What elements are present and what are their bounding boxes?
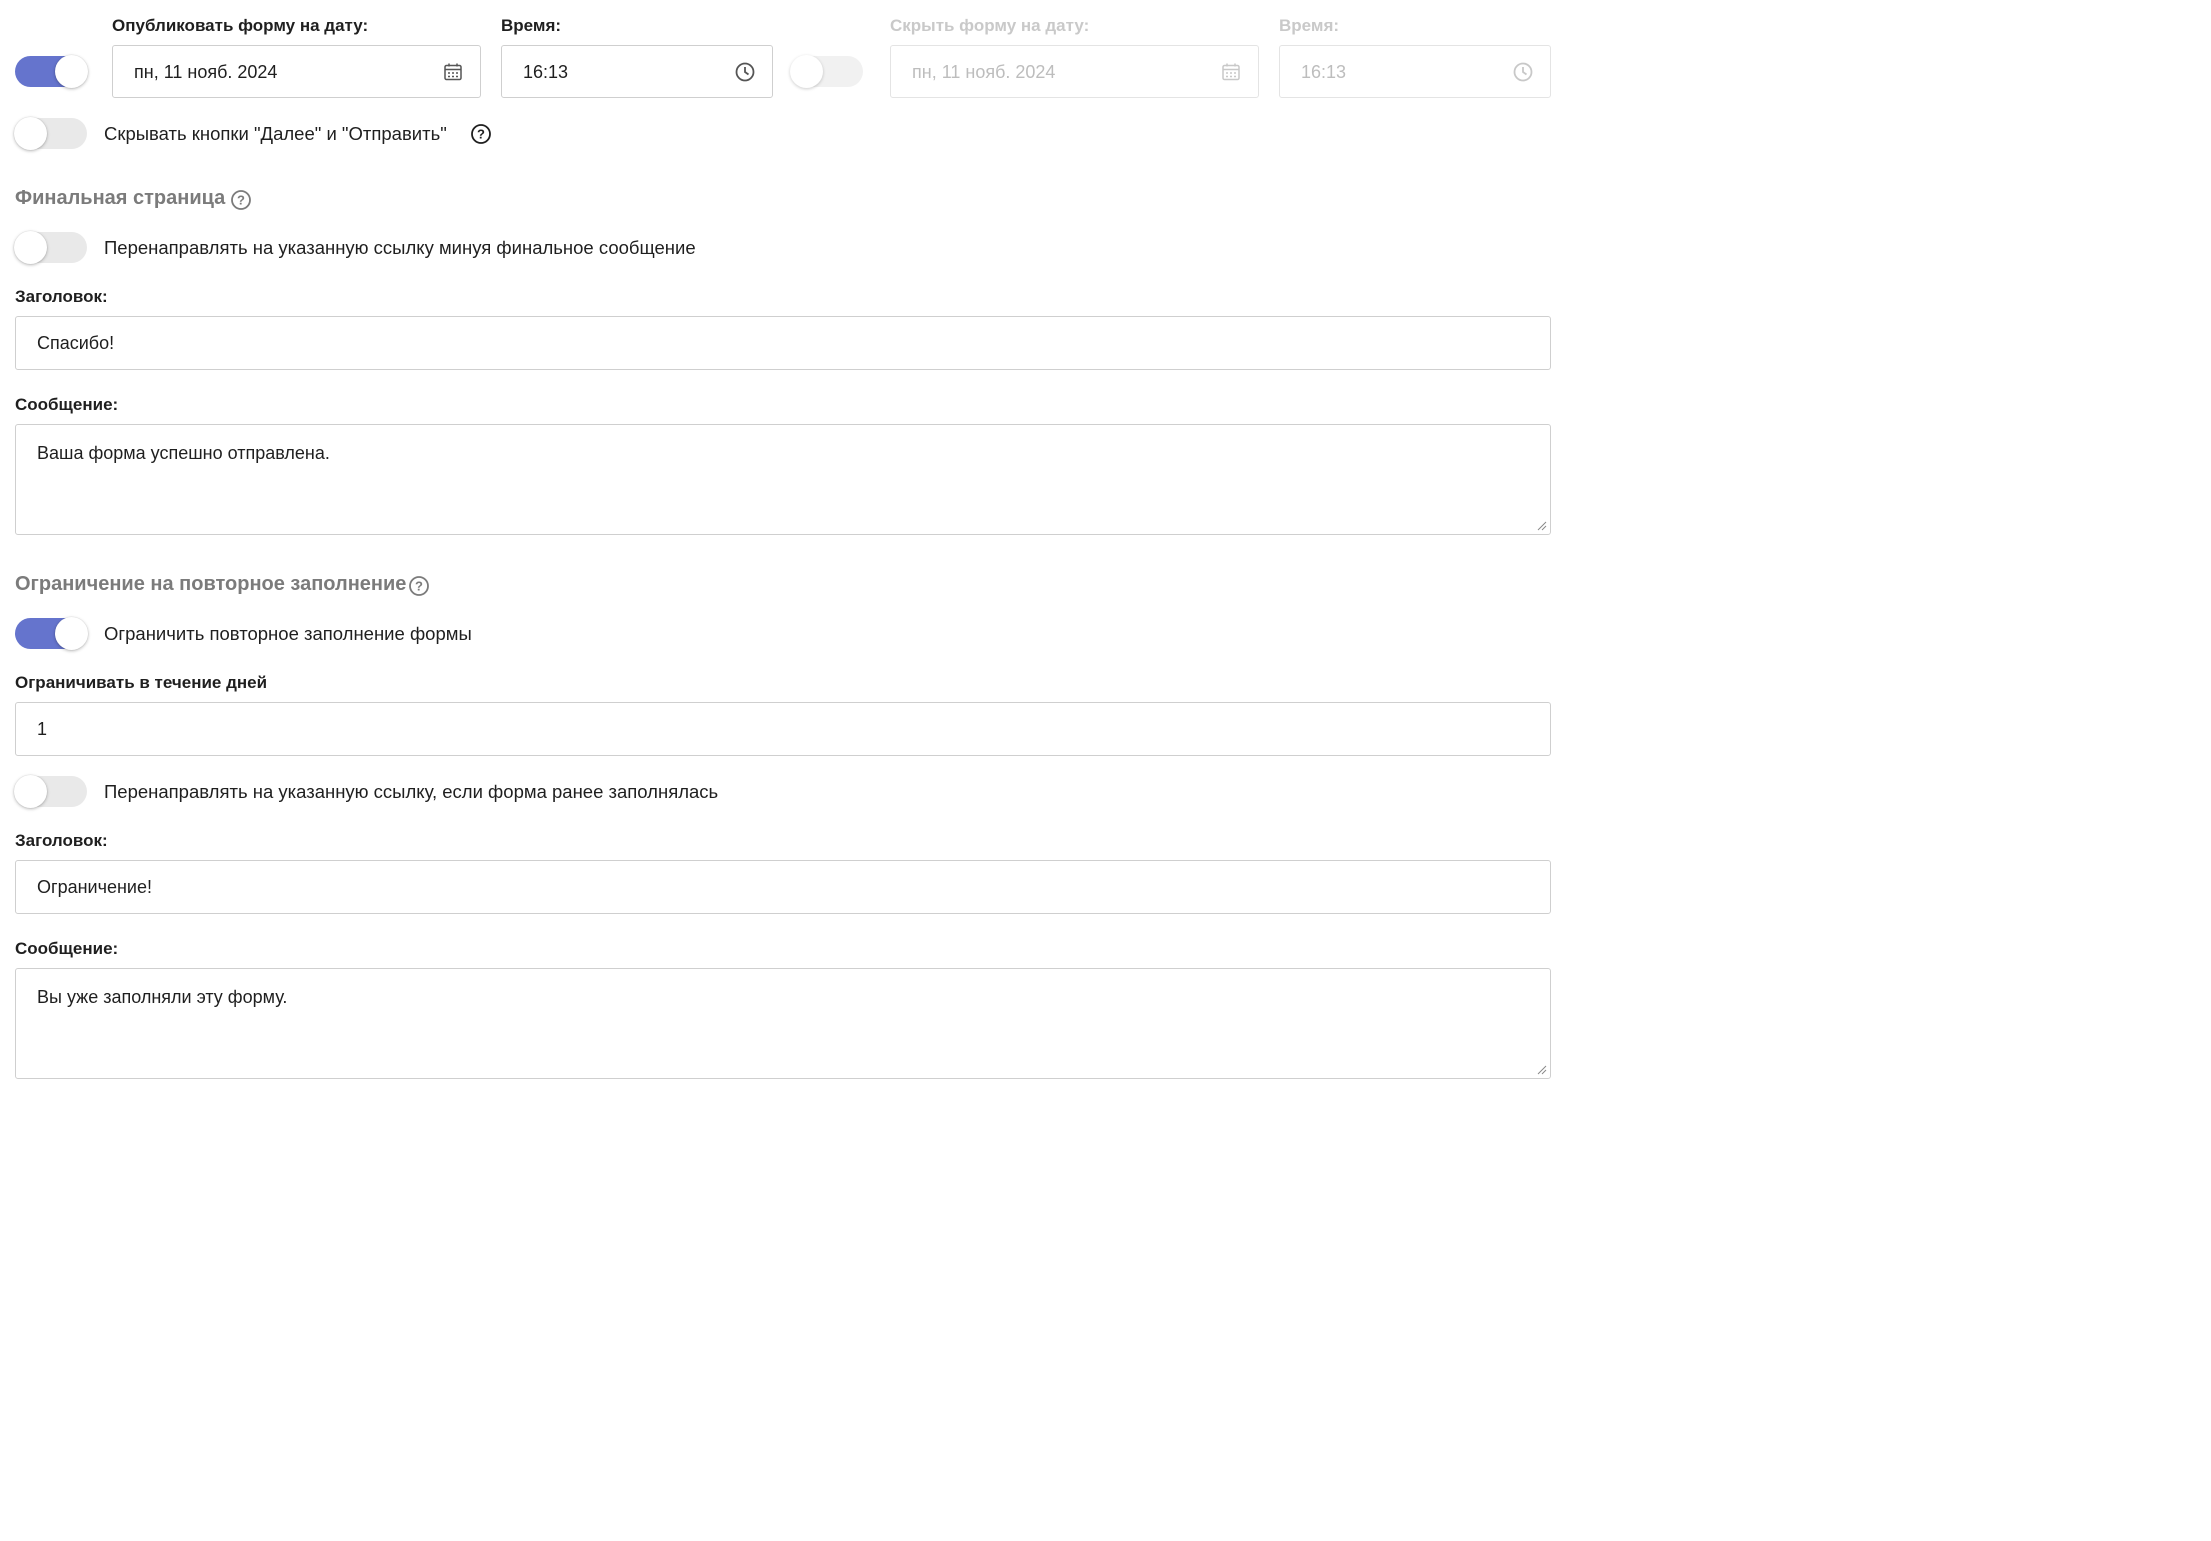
final-message-label: Сообщение: — [15, 395, 119, 414]
limit-days-input[interactable]: 1 — [15, 702, 1551, 756]
repeat-heading-label: Заголовок: — [15, 831, 108, 850]
toggle-knob — [55, 617, 88, 650]
toggle-knob — [55, 55, 88, 88]
calendar-icon[interactable] — [442, 61, 464, 83]
repeat-message-label: Сообщение: — [15, 939, 119, 958]
resize-handle-icon[interactable] — [1537, 521, 1547, 531]
publish-time-value: 16:13 — [523, 62, 569, 82]
publish-date-input[interactable]: пн, 11 нояб. 2024 — [112, 45, 481, 98]
limit-days-value: 1 — [37, 719, 48, 739]
limit-days-label: Ограничивать в течение дней — [15, 673, 268, 692]
hide-time-value: 16:13 — [1301, 62, 1347, 82]
svg-text:?: ? — [415, 579, 423, 594]
final-heading-value: Спасибо! — [37, 333, 115, 353]
toggle-knob — [14, 775, 47, 808]
final-redirect-label: Перенаправлять на указанную ссылку минуя… — [104, 237, 696, 258]
hide-date-value: пн, 11 нояб. 2024 — [912, 62, 1056, 82]
publish-date-toggle[interactable] — [15, 55, 88, 88]
hide-time-input[interactable]: 16:13 — [1279, 45, 1551, 98]
repeat-limit-toggle[interactable] — [15, 617, 88, 650]
svg-text:?: ? — [477, 127, 485, 142]
hide-buttons-toggle[interactable] — [14, 117, 87, 150]
hide-date-toggle[interactable] — [790, 55, 863, 88]
hide-date-input[interactable]: пн, 11 нояб. 2024 — [890, 45, 1259, 98]
repeat-heading-value: Ограничение! — [37, 877, 152, 897]
repeat-heading-input[interactable]: Ограничение! — [15, 860, 1551, 914]
final-redirect-toggle[interactable] — [14, 231, 87, 264]
repeat-message-textarea[interactable]: Вы уже заполняли эту форму. — [15, 968, 1551, 1079]
repeat-message-value: Вы уже заполняли эту форму. — [37, 987, 288, 1007]
final-message-value: Ваша форма успешно отправлена. — [37, 443, 330, 463]
final-heading-label: Заголовок: — [15, 287, 108, 306]
publish-date-value: пн, 11 нояб. 2024 — [134, 62, 278, 82]
final-page-title: Финальная страница — [15, 187, 226, 209]
publish-date-label: Опубликовать форму на дату: — [112, 16, 369, 35]
resize-handle-icon[interactable] — [1537, 1065, 1547, 1075]
question-circle-icon[interactable]: ? — [408, 575, 430, 597]
hide-date-label: Скрыть форму на дату: — [890, 16, 1090, 35]
toggle-knob — [14, 231, 47, 264]
repeat-limit-title: Ограничение на повторное заполнение — [15, 573, 407, 595]
hide-time-label: Время: — [1279, 16, 1340, 35]
calendar-icon — [1222, 63, 1240, 81]
repeat-redirect-label: Перенаправлять на указанную ссылку, если… — [104, 781, 719, 802]
publish-time-input[interactable]: 16:13 — [501, 45, 773, 98]
toggle-knob — [14, 117, 47, 150]
svg-text:?: ? — [237, 193, 245, 208]
repeat-limit-label: Ограничить повторное заполнение формы — [104, 623, 472, 644]
final-message-textarea[interactable]: Ваша форма успешно отправлена. — [15, 424, 1551, 535]
final-heading-input[interactable]: Спасибо! — [15, 316, 1551, 370]
clock-icon — [1513, 62, 1533, 82]
clock-icon[interactable] — [734, 61, 756, 83]
question-circle-icon[interactable]: ? — [470, 123, 492, 145]
publish-time-label: Время: — [501, 16, 562, 35]
hide-buttons-label: Скрывать кнопки "Далее" и "Отправить" — [104, 123, 447, 144]
repeat-redirect-toggle[interactable] — [14, 775, 87, 808]
question-circle-icon[interactable]: ? — [230, 189, 252, 211]
toggle-knob — [790, 55, 823, 88]
